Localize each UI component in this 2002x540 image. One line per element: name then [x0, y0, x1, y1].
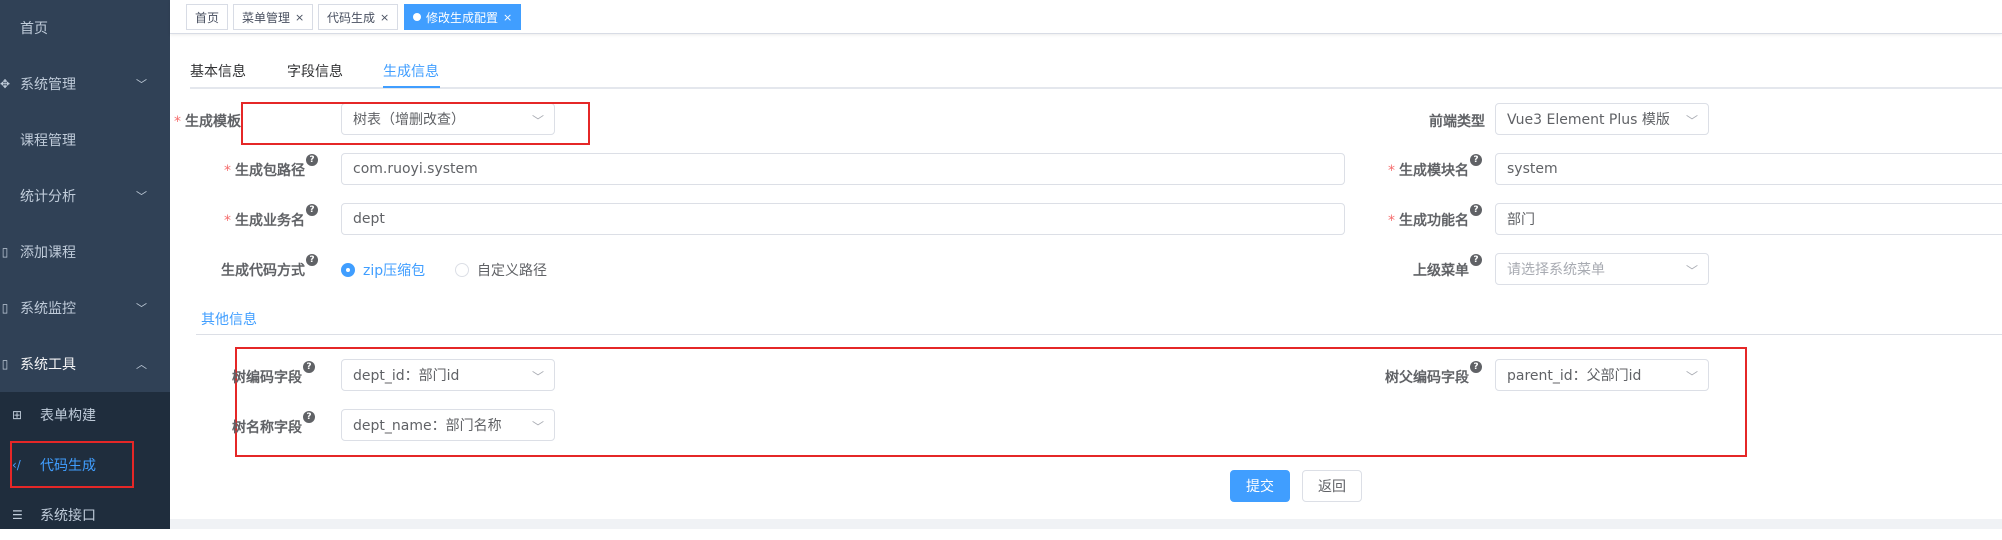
template-label: * 生成模板	[174, 114, 241, 130]
close-icon[interactable]: ×	[503, 11, 512, 24]
parent-menu-select[interactable]: 请选择系统菜单 ﹀	[1495, 253, 1709, 285]
gen-type-label: 生成代码方式?	[221, 254, 318, 280]
tree-parent-code-label: 树父编码字段?	[1385, 361, 1482, 387]
help-icon: ?	[1470, 361, 1482, 373]
tab-gen-info[interactable]: 生成信息	[383, 61, 439, 81]
business-label: * 生成业务名?	[224, 204, 318, 230]
help-icon: ?	[303, 411, 315, 423]
sidebar-item-label: 系统工具	[20, 357, 76, 373]
chevron-down-icon: ﹀	[1685, 264, 1698, 278]
radio-checked-icon	[341, 263, 355, 277]
help-icon: ?	[1470, 154, 1482, 166]
tag-label: 首页	[195, 10, 220, 25]
tab-basic-info[interactable]: 基本信息	[190, 61, 246, 81]
tab-field-info[interactable]: 字段信息	[287, 61, 343, 81]
table-icon: ⊞	[12, 408, 23, 422]
chevron-down-icon: ﹀	[136, 190, 147, 203]
tags-view: 首页 菜单管理 × 代码生成 × 修改生成配置 ×	[170, 0, 2002, 34]
sliders-icon: ☰	[12, 508, 23, 522]
help-icon: ?	[306, 254, 318, 266]
chevron-down-icon: ﹀	[1685, 114, 1698, 128]
chevron-down-icon: ﹀	[136, 78, 147, 91]
sidebar-item-label: 系统监控	[20, 301, 76, 317]
active-tab-indicator	[383, 86, 440, 88]
help-icon: ?	[306, 154, 318, 166]
sidebar: 首页 ✥ 系统管理 ﹀ 课程管理 统计分析 ﹀ ▯ 添加课程 ▯ 系统监控 ﹀ …	[0, 0, 170, 529]
gen-type-zip-radio[interactable]: zip压缩包	[341, 260, 425, 280]
sidebar-item-label: 添加课程	[20, 245, 76, 261]
close-icon[interactable]: ×	[380, 11, 389, 24]
chevron-up-icon: ︿	[136, 358, 147, 371]
monitor-icon: ▯	[1, 301, 9, 315]
sidebar-item-system-tools[interactable]: ▯ 系统工具 ︿	[0, 336, 170, 392]
sidebar-item-form-builder[interactable]: ⊞ 表单构建	[0, 390, 170, 440]
tag-edit-gen-config[interactable]: 修改生成配置 ×	[404, 4, 522, 30]
gear-icon: ✥	[0, 77, 11, 91]
module-label: * 生成模块名?	[1388, 154, 1482, 180]
sidebar-item-add-course[interactable]: ▯ 添加课程	[0, 224, 170, 280]
close-icon[interactable]: ×	[295, 11, 304, 24]
function-input[interactable]: 部门	[1495, 203, 2002, 235]
sidebar-item-course-management[interactable]: 课程管理	[0, 112, 170, 168]
tag-home[interactable]: 首页	[186, 4, 229, 30]
tag-label: 修改生成配置	[426, 10, 499, 25]
radio-unchecked-icon	[455, 263, 469, 277]
active-dot-icon	[413, 13, 421, 21]
package-input[interactable]: com.ruoyi.system	[341, 153, 1345, 185]
chevron-down-icon: ﹀	[531, 370, 544, 384]
help-icon: ?	[1470, 254, 1482, 266]
tag-menu-management[interactable]: 菜单管理 ×	[233, 4, 314, 30]
tree-parent-code-select[interactable]: parent_id：父部门id ﹀	[1495, 359, 1709, 391]
sidebar-item-home[interactable]: 首页	[0, 0, 170, 56]
tag-code-generation[interactable]: 代码生成 ×	[318, 4, 399, 30]
sidebar-item-label: 课程管理	[20, 133, 76, 149]
submit-button[interactable]: 提交	[1230, 470, 1290, 502]
page-footer-strip	[170, 519, 2002, 529]
sidebar-item-statistics[interactable]: 统计分析 ﹀	[0, 168, 170, 224]
tree-name-select[interactable]: dept_name：部门名称 ﹀	[341, 409, 555, 441]
sidebar-item-label: 表单构建	[40, 408, 96, 424]
chevron-down-icon: ﹀	[1685, 370, 1698, 384]
package-label: * 生成包路径?	[224, 154, 318, 180]
tree-code-select[interactable]: dept_id：部门id ﹀	[341, 359, 555, 391]
help-icon: ?	[306, 204, 318, 216]
help-icon: ?	[1470, 204, 1482, 216]
sidebar-item-label: 系统接口	[40, 508, 96, 524]
sidebar-item-system-api[interactable]: ☰ 系统接口	[0, 490, 170, 540]
tool-icon: ▯	[1, 357, 9, 371]
chevron-down-icon: ﹀	[531, 420, 544, 434]
add-icon: ▯	[1, 245, 9, 259]
frontend-type-label: 前端类型	[1429, 114, 1485, 130]
parent-menu-label: 上级菜单?	[1413, 254, 1482, 280]
chevron-down-icon: ﹀	[136, 302, 147, 315]
frontend-type-select[interactable]: Vue3 Element Plus 模版 ﹀	[1495, 103, 1709, 135]
sidebar-item-system-monitor[interactable]: ▯ 系统监控 ﹀	[0, 280, 170, 336]
config-tabs: 基本信息 字段信息 生成信息	[190, 55, 2002, 89]
tag-label: 菜单管理	[242, 10, 291, 25]
tree-code-label: 树编码字段?	[232, 361, 315, 387]
highlight-box	[241, 102, 590, 145]
other-info-title: 其他信息	[201, 312, 257, 328]
highlight-box	[10, 441, 134, 488]
tag-label: 代码生成	[327, 10, 376, 25]
function-label: * 生成功能名?	[1388, 204, 1482, 230]
sidebar-item-label: 首页	[20, 21, 48, 37]
sidebar-item-label: 统计分析	[20, 189, 76, 205]
business-input[interactable]: dept	[341, 203, 1345, 235]
module-input[interactable]: system	[1495, 153, 2002, 185]
tree-name-label: 树名称字段?	[232, 411, 315, 437]
sidebar-item-system-management[interactable]: ✥ 系统管理 ﹀	[0, 56, 170, 112]
back-button[interactable]: 返回	[1302, 470, 1362, 502]
sidebar-item-label: 系统管理	[20, 77, 76, 93]
gen-type-custom-radio[interactable]: 自定义路径	[455, 260, 547, 280]
divider	[196, 334, 2002, 335]
help-icon: ?	[303, 361, 315, 373]
